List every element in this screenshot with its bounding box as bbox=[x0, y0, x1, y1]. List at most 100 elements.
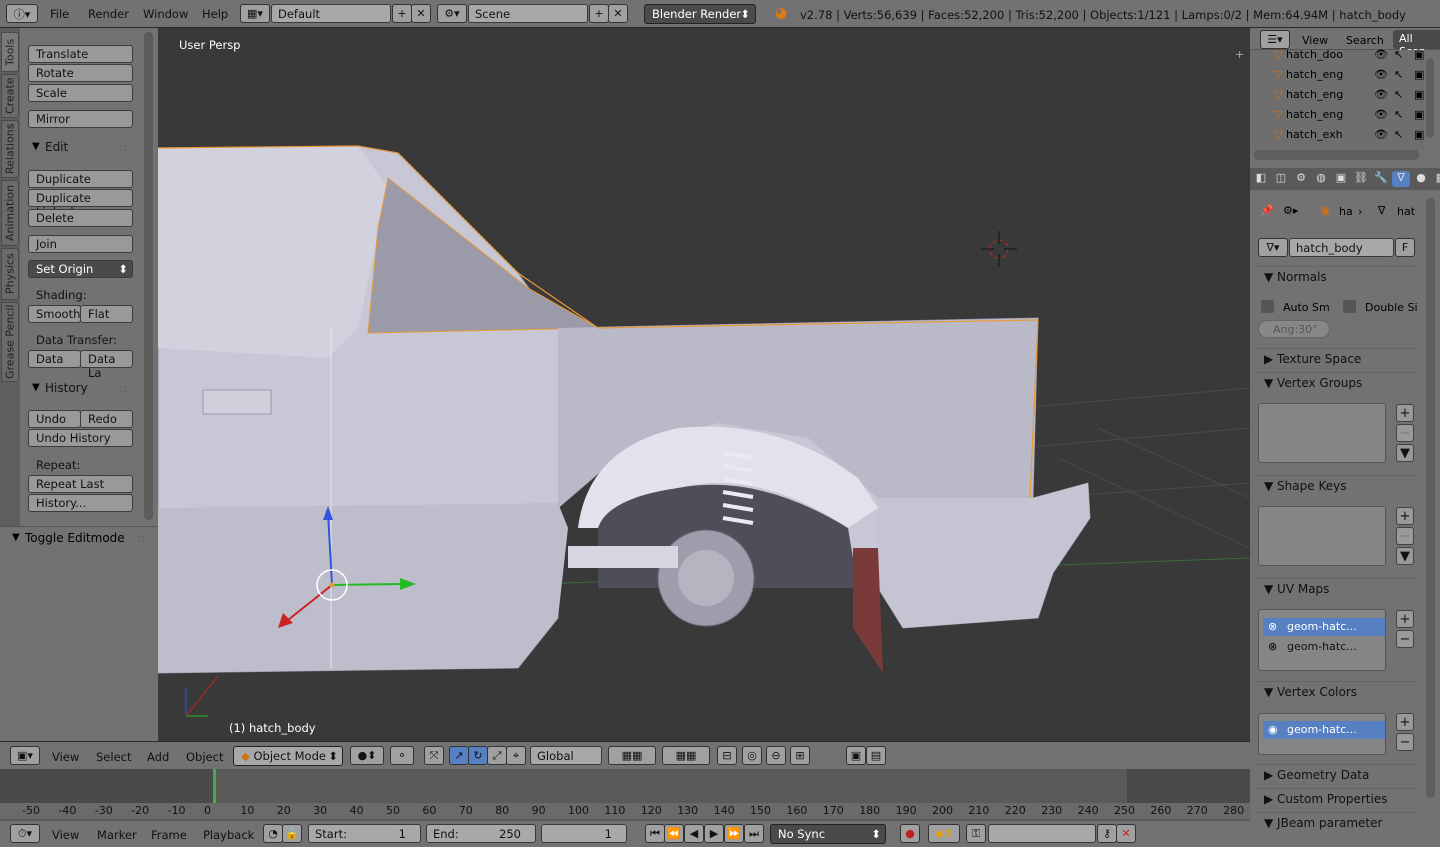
vertex-groups-panel-header[interactable]: ▼ Vertex Groups bbox=[1256, 372, 1418, 394]
visibility-eye-icon[interactable]: 👁 bbox=[1374, 108, 1388, 121]
tab-create[interactable]: Create bbox=[1, 74, 19, 118]
history-more-button[interactable]: History... bbox=[28, 494, 133, 512]
prev-keyframe-icon[interactable]: ⏪ bbox=[664, 824, 684, 843]
current-frame-field[interactable]: 1 bbox=[541, 824, 627, 843]
repeat-last-button[interactable]: Repeat Last bbox=[28, 475, 133, 493]
tab-grease-pencil[interactable]: Grease Pencil bbox=[1, 302, 19, 382]
tab-relations[interactable]: Relations bbox=[1, 120, 19, 178]
outliner-row[interactable]: ▽ hatch_eng 👁 ↖ ▣ bbox=[1274, 108, 1424, 126]
data-button[interactable]: Data bbox=[28, 350, 81, 368]
3d-viewport[interactable]: User Persp (1) hatch_body + bbox=[158, 28, 1250, 741]
outliner-view-menu[interactable]: View bbox=[1302, 34, 1328, 47]
record-icon[interactable]: ● bbox=[900, 824, 920, 843]
vertex-group-menu-button[interactable]: ▼ bbox=[1396, 444, 1414, 462]
snap-icon[interactable]: ⊖ bbox=[766, 746, 786, 765]
add-vertex-group-button[interactable]: + bbox=[1396, 404, 1414, 422]
menu-help[interactable]: Help bbox=[202, 7, 228, 21]
translate-manipulator-icon[interactable]: ↗ bbox=[449, 746, 469, 765]
menu-object[interactable]: Object bbox=[186, 750, 223, 764]
info-editor-type-button[interactable]: ⓘ▾ bbox=[6, 4, 38, 23]
scene-icon[interactable]: ⚙▾ bbox=[437, 4, 467, 23]
menu-playback[interactable]: Playback bbox=[203, 828, 254, 842]
outliner-editor-type-button[interactable]: ☰▾ bbox=[1260, 30, 1290, 49]
uv-map-item[interactable]: geom-hatc... bbox=[1263, 638, 1385, 656]
auto-smooth-checkbox[interactable] bbox=[1261, 300, 1274, 313]
render-camera-icon[interactable]: ▣ bbox=[1414, 88, 1424, 101]
add-vertex-color-button[interactable]: + bbox=[1396, 713, 1414, 731]
keying-set-icon[interactable]: ⚿ bbox=[966, 824, 986, 843]
toggle-editmode-header[interactable]: Toggle Editmode bbox=[25, 531, 125, 545]
menu-select[interactable]: Select bbox=[96, 750, 131, 764]
uv-map-item[interactable]: geom-hatc... bbox=[1263, 618, 1385, 636]
add-scene-icon[interactable]: + bbox=[589, 4, 609, 23]
data-layout-button[interactable]: Data La bbox=[80, 350, 133, 380]
play-reverse-icon[interactable]: ◀ bbox=[684, 824, 704, 843]
mirror-button[interactable]: Mirror bbox=[28, 110, 133, 128]
pin-icon[interactable]: 📌 bbox=[1260, 204, 1274, 217]
render-tab-icon[interactable]: ◧ bbox=[1252, 171, 1270, 187]
transform-orientation-dropdown[interactable]: Global bbox=[530, 746, 602, 765]
region-toggle-icon[interactable]: + bbox=[1235, 48, 1244, 61]
delete-keyframe-icon[interactable]: ✕ bbox=[1116, 824, 1136, 843]
edit-panel-header[interactable]: Edit bbox=[45, 140, 68, 154]
pivot-point-button[interactable]: ⚬ bbox=[390, 746, 414, 765]
collapse-triangle-icon[interactable]: ▼ bbox=[12, 532, 20, 543]
menu-view[interactable]: View bbox=[52, 750, 79, 764]
remove-uv-map-button[interactable]: − bbox=[1396, 630, 1414, 648]
next-keyframe-icon[interactable]: ⏩ bbox=[724, 824, 744, 843]
object-mode-dropdown[interactable]: ◆ Object Mode ⬍ bbox=[233, 746, 343, 766]
remove-vertex-group-button[interactable]: − bbox=[1396, 424, 1414, 442]
properties-scrollbar[interactable] bbox=[1426, 198, 1435, 798]
render-camera-icon[interactable]: ▣ bbox=[1414, 128, 1424, 141]
drag-handle-icon[interactable]: ∷ bbox=[120, 142, 127, 155]
selectable-cursor-icon[interactable]: ↖ bbox=[1394, 88, 1403, 101]
start-frame-field[interactable]: Start: 1 bbox=[308, 824, 421, 843]
outliner-search-menu[interactable]: Search bbox=[1346, 34, 1384, 47]
timeline-area[interactable]: -50 -40 -30 -20 -10 0 10 20 30 40 50 60 70 80 90 100 110… bbox=[0, 769, 1250, 821]
outliner-row[interactable]: ▽ hatch_eng 👁 ↖ ▣ bbox=[1274, 88, 1424, 106]
drag-handle-icon[interactable]: ∷ bbox=[138, 533, 145, 546]
timeline-editor-type-button[interactable]: ⏱▾ bbox=[10, 824, 40, 843]
play-icon[interactable]: ▶ bbox=[704, 824, 724, 843]
set-origin-dropdown[interactable]: Set Origin ⬍ bbox=[28, 260, 133, 278]
uv-maps-panel-header[interactable]: ▼ UV Maps bbox=[1256, 578, 1418, 600]
tab-tools[interactable]: Tools bbox=[1, 32, 19, 72]
mesh-name-field[interactable]: hatch_body bbox=[1289, 238, 1394, 257]
menu-frame[interactable]: Frame bbox=[151, 828, 187, 842]
remove-vertex-color-button[interactable]: − bbox=[1396, 733, 1414, 751]
menu-add[interactable]: Add bbox=[147, 750, 169, 764]
menu-marker[interactable]: Marker bbox=[97, 828, 137, 842]
selectable-cursor-icon[interactable]: ↖ bbox=[1394, 128, 1403, 141]
render-animation-icon[interactable]: ▤ bbox=[866, 746, 886, 765]
visibility-eye-icon[interactable]: 👁 bbox=[1374, 88, 1388, 101]
layers-tab-icon[interactable]: ◫ bbox=[1272, 171, 1290, 187]
proportional-edit-icon[interactable]: ◎ bbox=[742, 746, 762, 765]
keying-set-field[interactable] bbox=[988, 824, 1096, 843]
redo-button[interactable]: Redo bbox=[80, 410, 133, 428]
selectable-cursor-icon[interactable]: ↖ bbox=[1394, 48, 1403, 61]
remove-scene-icon[interactable]: ✕ bbox=[608, 4, 628, 23]
history-panel-header[interactable]: History bbox=[45, 381, 88, 395]
material-tab-icon[interactable]: ● bbox=[1412, 171, 1430, 187]
vertex-colors-panel-header[interactable]: ▼ Vertex Colors bbox=[1256, 681, 1418, 703]
texture-space-panel-header[interactable]: ▶ Texture Space bbox=[1256, 348, 1418, 370]
add-uv-map-button[interactable]: + bbox=[1396, 610, 1414, 628]
join-button[interactable]: Join bbox=[28, 235, 133, 253]
smooth-button[interactable]: Smooth bbox=[28, 305, 81, 323]
normals-panel-header[interactable]: ▼ Normals bbox=[1256, 266, 1418, 288]
translate-button[interactable]: Translate bbox=[28, 45, 133, 63]
viewport-shading-button[interactable]: ●⬍ bbox=[350, 746, 384, 765]
selectable-cursor-icon[interactable]: ↖ bbox=[1394, 108, 1403, 121]
outliner-h-scrollbar[interactable] bbox=[1254, 150, 1419, 160]
data-tab-icon[interactable]: ∇ bbox=[1392, 171, 1410, 187]
insert-keyframe-icon[interactable]: ⚷ bbox=[1097, 824, 1117, 843]
outliner-row[interactable]: ▽ hatch_doo 👁 ↖ ▣ bbox=[1274, 48, 1424, 66]
delete-button[interactable]: Delete bbox=[28, 209, 133, 227]
layout-name-field[interactable]: Default bbox=[271, 4, 391, 23]
undo-history-button[interactable]: Undo History bbox=[28, 429, 133, 447]
rotate-button[interactable]: Rotate bbox=[28, 64, 133, 82]
texture-tab-icon[interactable]: ▦ bbox=[1432, 171, 1440, 187]
current-frame-marker[interactable] bbox=[213, 769, 216, 803]
object-tab-icon[interactable]: ▣ bbox=[1332, 171, 1350, 187]
menu-render[interactable]: Render bbox=[88, 7, 129, 21]
